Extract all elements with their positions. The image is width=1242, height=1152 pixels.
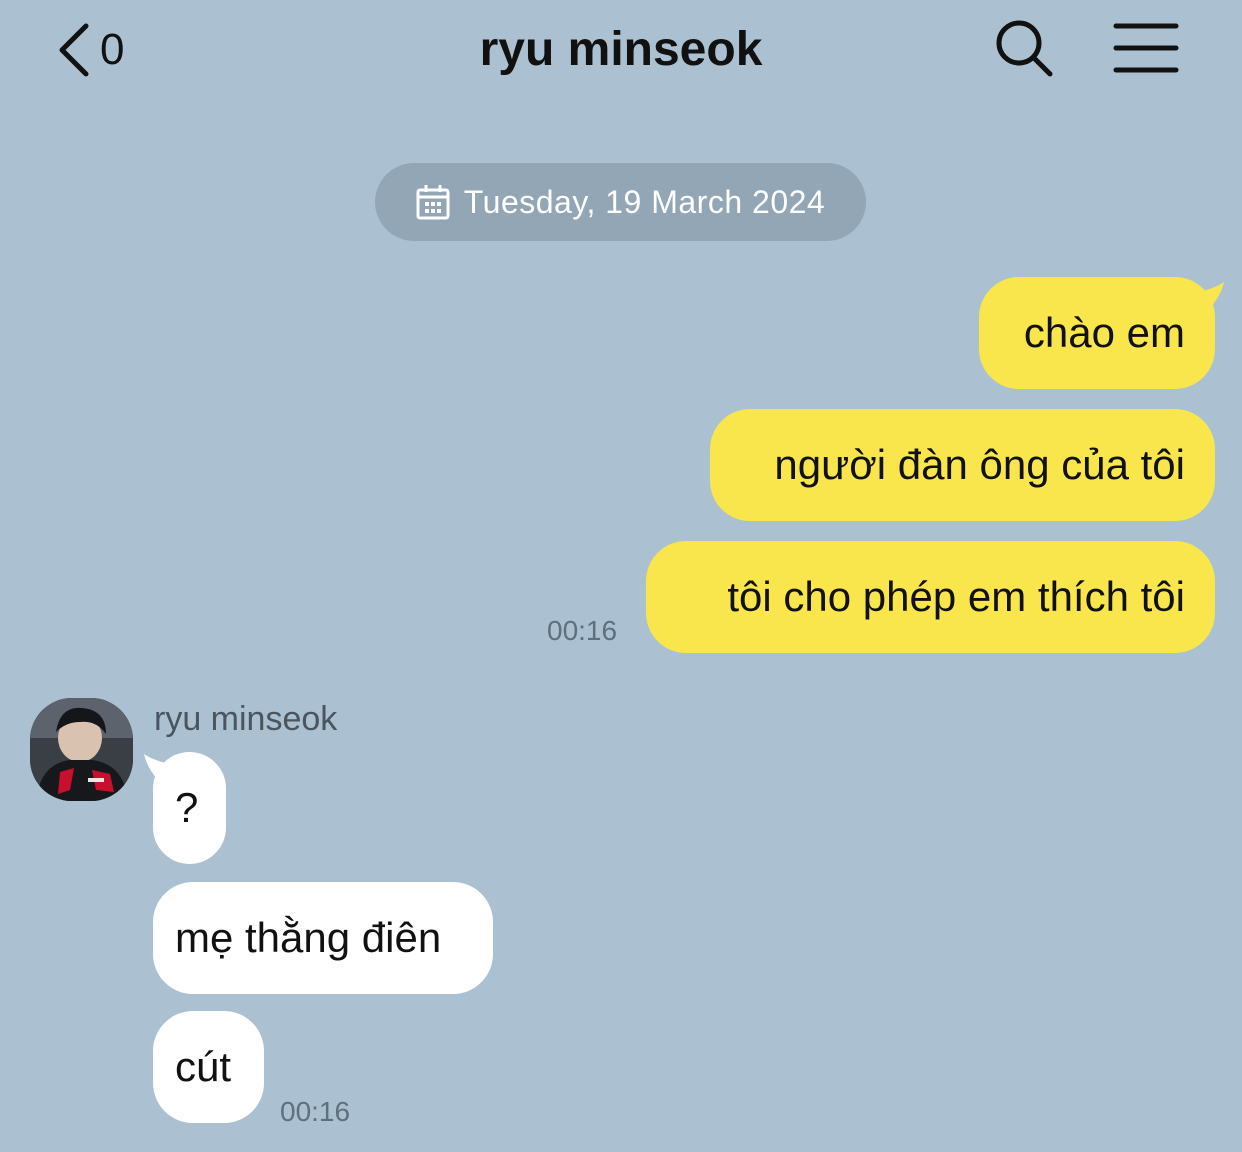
received-message[interactable]: cút — [153, 1011, 264, 1123]
message-text: tôi cho phép em thích tôi — [727, 573, 1185, 620]
sent-message[interactable]: người đàn ông của tôi — [710, 409, 1215, 521]
hamburger-menu-icon — [1112, 23, 1180, 80]
received-message[interactable]: ? — [153, 752, 226, 864]
message-timestamp: 00:16 — [280, 1096, 351, 1127]
search-button[interactable] — [992, 16, 1058, 82]
search-icon — [992, 20, 1058, 86]
message-text: người đàn ông của tôi — [774, 441, 1185, 488]
menu-button[interactable] — [1112, 20, 1180, 76]
date-separator: Tuesday, 19 March 2024 — [375, 163, 866, 241]
sender-name: ryu minseok — [154, 700, 338, 738]
message-text: ? — [175, 784, 199, 831]
message-timestamp: 00:16 — [547, 615, 618, 646]
sent-message[interactable]: tôi cho phép em thích tôi — [646, 541, 1215, 653]
message-text: chào em — [1023, 309, 1185, 356]
avatar[interactable] — [30, 698, 133, 801]
message-text: cút — [175, 1043, 232, 1090]
message-text: mẹ thằng điên — [175, 914, 442, 961]
sent-message[interactable]: chào em — [979, 277, 1215, 389]
date-label: Tuesday, 19 March 2024 — [463, 183, 826, 220]
calendar-icon — [416, 184, 464, 220]
chat-header: 0 ryu minseok — [0, 0, 1242, 100]
received-message[interactable]: mẹ thằng điên — [153, 882, 493, 994]
